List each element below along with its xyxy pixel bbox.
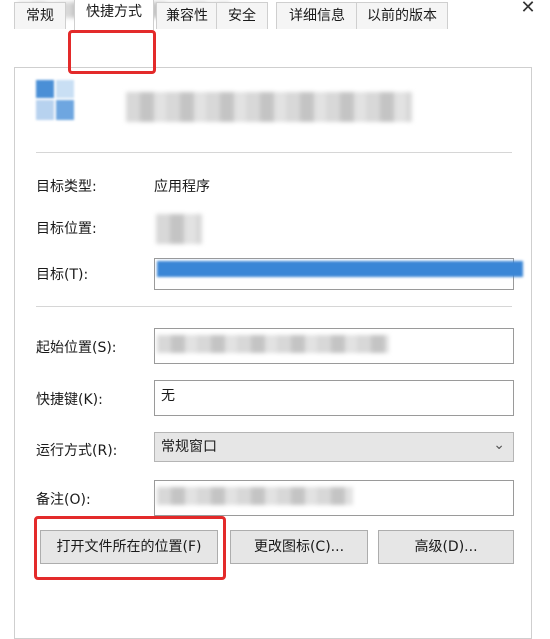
target-type-label: 目标类型:	[36, 179, 97, 195]
open-file-location-button[interactable]: 打开文件所在的位置(F)	[40, 530, 218, 564]
shortcut-key-label: 快捷键(K):	[36, 392, 103, 408]
blurred-comment	[157, 487, 353, 505]
target-field[interactable]	[154, 258, 523, 290]
blurred-target-path	[157, 261, 523, 277]
comment-label: 备注(O):	[36, 492, 91, 508]
tab-security[interactable]: 安全	[216, 2, 268, 29]
shortcut-key-value: 无	[161, 388, 175, 404]
blurred-start-in-path	[157, 335, 389, 353]
advanced-button[interactable]: 高级(D)...	[378, 530, 514, 564]
target-type-value: 应用程序	[154, 179, 210, 195]
tab-details[interactable]: 详细信息	[276, 2, 358, 29]
target-label: 目标(T):	[36, 267, 89, 283]
separator-middle	[36, 306, 512, 307]
run-label: 运行方式(R):	[36, 443, 118, 459]
tab-previous-versions[interactable]: 以前的版本	[356, 2, 448, 29]
chevron-down-icon: ⌄	[493, 437, 505, 453]
blurred-app-name	[126, 92, 412, 122]
comment-field[interactable]	[154, 480, 514, 516]
shortcut-key-field[interactable]: 无	[154, 380, 514, 416]
start-in-field[interactable]	[154, 328, 514, 364]
app-icon	[36, 80, 78, 124]
target-location-label: 目标位置:	[36, 221, 97, 237]
run-mode-select[interactable]: 常规窗口 ⌄	[154, 432, 514, 462]
tab-compatibility[interactable]: 兼容性	[156, 2, 218, 29]
blurred-target-location	[156, 214, 202, 244]
run-mode-value: 常规窗口	[161, 439, 217, 455]
start-in-label: 起始位置(S):	[36, 340, 117, 356]
tab-general[interactable]: 常规	[14, 2, 66, 29]
close-icon[interactable]: ✕	[512, 0, 544, 24]
separator-top	[36, 152, 512, 153]
change-icon-button[interactable]: 更改图标(C)...	[230, 530, 368, 564]
tab-shortcut[interactable]: 快捷方式	[74, 0, 154, 30]
